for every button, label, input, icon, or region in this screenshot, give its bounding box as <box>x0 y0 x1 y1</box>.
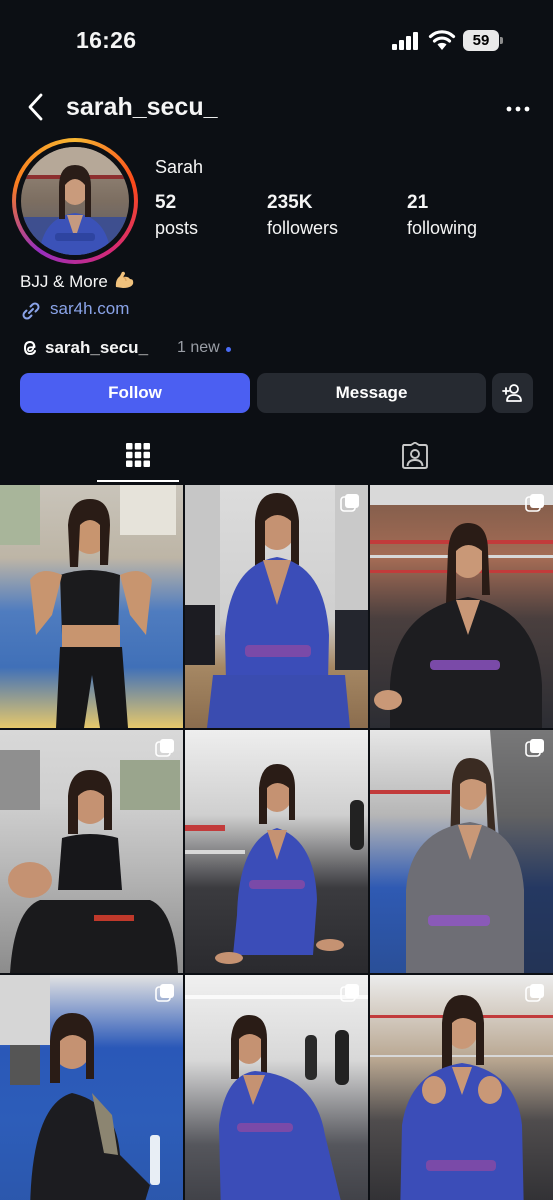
post-thumbnail[interactable] <box>370 975 553 1200</box>
stat-value: 235K <box>267 192 313 213</box>
post-thumbnail[interactable] <box>185 485 368 728</box>
battery-level: 59 <box>463 30 499 51</box>
active-tab-indicator <box>97 480 179 482</box>
bio: BJJ & More <box>20 270 135 292</box>
post-photo <box>185 764 364 964</box>
stat-following[interactable]: 21 following <box>407 192 477 239</box>
avatar <box>21 147 129 255</box>
threads-new-label: 1 new <box>177 339 220 356</box>
grid-icon <box>126 443 150 467</box>
new-indicator-dot <box>226 347 231 352</box>
profile-tabs <box>0 433 553 483</box>
message-button[interactable]: Message <box>257 373 486 413</box>
avatar-story-ring[interactable] <box>12 138 138 264</box>
back-button[interactable] <box>22 92 52 122</box>
stat-posts[interactable]: 52 posts <box>155 192 198 239</box>
stat-followers[interactable]: 235K followers <box>267 192 338 239</box>
post-photo <box>185 995 368 1200</box>
post-thumbnail[interactable] <box>0 485 183 728</box>
more-options-button[interactable] <box>505 96 531 122</box>
post-photo <box>185 485 368 728</box>
post-thumbnail[interactable] <box>370 730 553 973</box>
post-photo <box>370 485 553 728</box>
profile-header: sarah_secu_ <box>0 86 553 130</box>
post-thumbnail[interactable] <box>0 975 183 1200</box>
link-text: sar4h.com <box>50 299 130 318</box>
post-thumbnail[interactable] <box>185 730 368 973</box>
carousel-icon <box>525 984 544 1002</box>
add-user-button[interactable] <box>492 373 533 413</box>
post-photo <box>370 995 553 1200</box>
flexed-biceps-icon <box>115 271 133 288</box>
post-photo <box>0 485 176 728</box>
stat-value: 21 <box>407 192 429 213</box>
posts-grid <box>0 485 553 1200</box>
threads-username: sarah_secu_ <box>45 338 149 357</box>
post-photo <box>370 730 553 973</box>
status-bar: 16:26 59 <box>0 0 553 80</box>
carousel-icon <box>155 739 174 757</box>
tagged-person-icon <box>402 442 428 469</box>
stat-label: posts <box>155 218 199 238</box>
carousel-icon <box>155 984 174 1002</box>
threads-icon <box>23 340 36 356</box>
threads-badge[interactable]: sarah_secu_ 1 new <box>20 337 280 361</box>
bio-text: BJJ & More <box>20 272 108 291</box>
post-thumbnail[interactable] <box>185 975 368 1200</box>
carousel-icon <box>525 739 544 757</box>
avatar-photo <box>21 147 129 255</box>
post-photo <box>0 975 160 1200</box>
post-photo <box>0 750 180 973</box>
header-username: sarah_secu_ <box>66 93 218 121</box>
carousel-icon <box>525 494 544 512</box>
carousel-icon <box>340 494 359 512</box>
tab-tagged[interactable] <box>277 433 553 483</box>
status-time: 16:26 <box>76 27 137 53</box>
stat-label: followers <box>267 218 339 238</box>
link-icon <box>22 302 40 320</box>
post-thumbnail[interactable] <box>0 730 183 973</box>
wifi-icon <box>428 30 456 50</box>
add-user-icon <box>501 384 522 402</box>
carousel-icon <box>340 984 359 1002</box>
post-thumbnail[interactable] <box>370 485 553 728</box>
stat-label: following <box>407 218 478 238</box>
signal-icon <box>392 32 420 50</box>
follow-button[interactable]: Follow <box>20 373 250 413</box>
stat-value: 52 <box>155 192 177 213</box>
display-name: Sarah <box>155 157 204 177</box>
battery-icon: 59 <box>463 30 503 51</box>
tab-posts-grid[interactable] <box>0 433 276 483</box>
